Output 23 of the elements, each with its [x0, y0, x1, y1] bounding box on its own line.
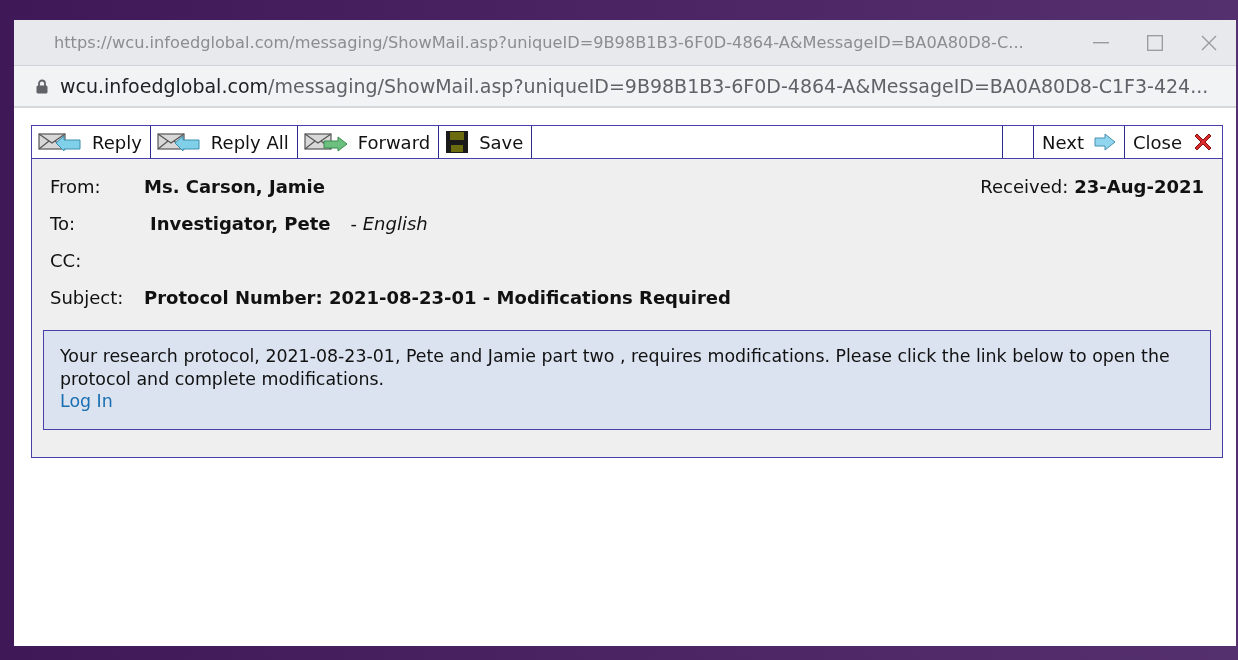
- maximize-icon[interactable]: [1147, 34, 1163, 51]
- field-label: Received:: [980, 176, 1069, 197]
- envelope-reply-icon: [156, 131, 201, 153]
- close-icon[interactable]: [1201, 34, 1217, 51]
- subject-text: Protocol Number: 2021-08-23-01 - Modifications Required: [144, 287, 732, 308]
- lock-icon: [36, 78, 48, 94]
- recipient-name: Investigator, Pete: [150, 213, 331, 234]
- field-label: From:: [50, 176, 102, 197]
- close-icon: [1192, 131, 1214, 153]
- minimize-icon[interactable]: [1093, 41, 1109, 44]
- field-label: To:: [50, 213, 76, 234]
- envelope-forward-icon: [303, 131, 348, 153]
- received-date: 23-Aug-2021: [1074, 176, 1204, 197]
- field-label: Subject:: [50, 287, 125, 308]
- window-title: https://wcu.infoedglobal.com/messaging/ShowMail.asp?uniqueID=9B98B1B3-6F0D-4864-A&MessageID=BA0A80D8-C...: [54, 33, 1025, 52]
- arrow-right-icon: [1093, 133, 1116, 151]
- sender-name: Ms. Carson, Jamie: [144, 176, 326, 197]
- log-in-link[interactable]: Log In: [60, 391, 113, 411]
- message-text: Your research protocol, 2021-08-23-01, Pete and Jamie part two , requires modifications. Please click the link below to open the protocol and complete modifications.: [60, 345, 1171, 390]
- recipient-language: - English: [350, 213, 428, 234]
- envelope-reply-icon: [38, 131, 82, 153]
- field-label: CC:: [50, 250, 83, 271]
- address-bar[interactable]: wcu.infoedglobal.com/messaging/ShowMail.asp?uniqueID=9B98B1B3-6F0D-4864-A&MessageID=BA0A80D8-C1F3-424...: [14, 66, 1236, 108]
